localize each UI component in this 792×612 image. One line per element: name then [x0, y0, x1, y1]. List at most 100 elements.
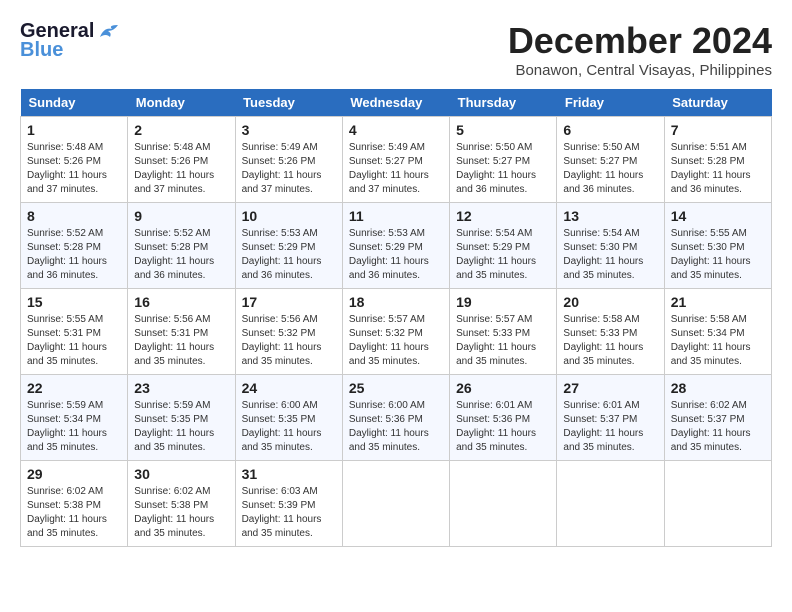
day-detail: Sunrise: 5:59 AM Sunset: 5:34 PM Dayligh…: [27, 399, 121, 455]
table-row: 16 Sunrise: 5:56 AM Sunset: 5:31 PM Dayl…: [128, 289, 235, 375]
day-number: 24: [242, 380, 336, 396]
day-detail: Sunrise: 5:59 AM Sunset: 5:35 PM Dayligh…: [134, 399, 228, 455]
table-row: 9 Sunrise: 5:52 AM Sunset: 5:28 PM Dayli…: [128, 203, 235, 289]
day-number: 17: [242, 294, 336, 310]
table-row: 17 Sunrise: 5:56 AM Sunset: 5:32 PM Dayl…: [235, 289, 342, 375]
table-row: 4 Sunrise: 5:49 AM Sunset: 5:27 PM Dayli…: [342, 117, 449, 203]
col-tuesday: Tuesday: [235, 89, 342, 117]
day-detail: Sunrise: 5:51 AM Sunset: 5:28 PM Dayligh…: [671, 141, 765, 197]
day-number: 29: [27, 466, 121, 482]
logo: General Blue: [20, 20, 120, 62]
table-row: 28 Sunrise: 6:02 AM Sunset: 5:37 PM Dayl…: [664, 375, 771, 461]
col-thursday: Thursday: [450, 89, 557, 117]
table-row: 25 Sunrise: 6:00 AM Sunset: 5:36 PM Dayl…: [342, 375, 449, 461]
table-row: 22 Sunrise: 5:59 AM Sunset: 5:34 PM Dayl…: [21, 375, 128, 461]
day-number: 28: [671, 380, 765, 396]
day-detail: Sunrise: 5:50 AM Sunset: 5:27 PM Dayligh…: [563, 141, 657, 197]
day-number: 21: [671, 294, 765, 310]
day-detail: Sunrise: 6:01 AM Sunset: 5:36 PM Dayligh…: [456, 399, 550, 455]
day-number: 8: [27, 208, 121, 224]
day-number: 7: [671, 122, 765, 138]
day-detail: Sunrise: 5:48 AM Sunset: 5:26 PM Dayligh…: [27, 141, 121, 197]
table-row: 8 Sunrise: 5:52 AM Sunset: 5:28 PM Dayli…: [21, 203, 128, 289]
calendar-week-row: 29 Sunrise: 6:02 AM Sunset: 5:38 PM Dayl…: [21, 461, 772, 547]
day-number: 26: [456, 380, 550, 396]
day-detail: Sunrise: 5:57 AM Sunset: 5:33 PM Dayligh…: [456, 313, 550, 369]
calendar-week-row: 22 Sunrise: 5:59 AM Sunset: 5:34 PM Dayl…: [21, 375, 772, 461]
table-row: 1 Sunrise: 5:48 AM Sunset: 5:26 PM Dayli…: [21, 117, 128, 203]
location-subtitle: Bonawon, Central Visayas, Philippines: [508, 62, 772, 79]
col-saturday: Saturday: [664, 89, 771, 117]
table-row: 20 Sunrise: 5:58 AM Sunset: 5:33 PM Dayl…: [557, 289, 664, 375]
table-row: 21 Sunrise: 5:58 AM Sunset: 5:34 PM Dayl…: [664, 289, 771, 375]
day-detail: Sunrise: 5:55 AM Sunset: 5:31 PM Dayligh…: [27, 313, 121, 369]
table-row: 26 Sunrise: 6:01 AM Sunset: 5:36 PM Dayl…: [450, 375, 557, 461]
day-detail: Sunrise: 6:02 AM Sunset: 5:38 PM Dayligh…: [27, 485, 121, 541]
day-number: 14: [671, 208, 765, 224]
day-number: 3: [242, 122, 336, 138]
day-detail: Sunrise: 5:53 AM Sunset: 5:29 PM Dayligh…: [349, 227, 443, 283]
day-number: 1: [27, 122, 121, 138]
logo-blue: Blue: [20, 39, 63, 62]
day-detail: Sunrise: 6:01 AM Sunset: 5:37 PM Dayligh…: [563, 399, 657, 455]
table-row: 27 Sunrise: 6:01 AM Sunset: 5:37 PM Dayl…: [557, 375, 664, 461]
logo-bird-icon: [98, 23, 120, 41]
table-row: 13 Sunrise: 5:54 AM Sunset: 5:30 PM Dayl…: [557, 203, 664, 289]
day-number: 13: [563, 208, 657, 224]
calendar-week-row: 1 Sunrise: 5:48 AM Sunset: 5:26 PM Dayli…: [21, 117, 772, 203]
day-number: 18: [349, 294, 443, 310]
day-detail: Sunrise: 5:48 AM Sunset: 5:26 PM Dayligh…: [134, 141, 228, 197]
table-row: [557, 461, 664, 547]
calendar-table: Sunday Monday Tuesday Wednesday Thursday…: [20, 89, 772, 547]
day-number: 25: [349, 380, 443, 396]
table-row: 5 Sunrise: 5:50 AM Sunset: 5:27 PM Dayli…: [450, 117, 557, 203]
table-row: 2 Sunrise: 5:48 AM Sunset: 5:26 PM Dayli…: [128, 117, 235, 203]
day-number: 30: [134, 466, 228, 482]
day-number: 23: [134, 380, 228, 396]
table-row: 18 Sunrise: 5:57 AM Sunset: 5:32 PM Dayl…: [342, 289, 449, 375]
table-row: 23 Sunrise: 5:59 AM Sunset: 5:35 PM Dayl…: [128, 375, 235, 461]
day-detail: Sunrise: 5:52 AM Sunset: 5:28 PM Dayligh…: [134, 227, 228, 283]
table-row: 6 Sunrise: 5:50 AM Sunset: 5:27 PM Dayli…: [557, 117, 664, 203]
table-row: [342, 461, 449, 547]
day-number: 22: [27, 380, 121, 396]
table-row: 24 Sunrise: 6:00 AM Sunset: 5:35 PM Dayl…: [235, 375, 342, 461]
day-detail: Sunrise: 5:54 AM Sunset: 5:30 PM Dayligh…: [563, 227, 657, 283]
table-row: 10 Sunrise: 5:53 AM Sunset: 5:29 PM Dayl…: [235, 203, 342, 289]
day-number: 2: [134, 122, 228, 138]
calendar-header-row: Sunday Monday Tuesday Wednesday Thursday…: [21, 89, 772, 117]
day-number: 6: [563, 122, 657, 138]
day-detail: Sunrise: 5:56 AM Sunset: 5:31 PM Dayligh…: [134, 313, 228, 369]
calendar-week-row: 15 Sunrise: 5:55 AM Sunset: 5:31 PM Dayl…: [21, 289, 772, 375]
table-row: 31 Sunrise: 6:03 AM Sunset: 5:39 PM Dayl…: [235, 461, 342, 547]
col-friday: Friday: [557, 89, 664, 117]
day-number: 10: [242, 208, 336, 224]
table-row: 12 Sunrise: 5:54 AM Sunset: 5:29 PM Dayl…: [450, 203, 557, 289]
table-row: 3 Sunrise: 5:49 AM Sunset: 5:26 PM Dayli…: [235, 117, 342, 203]
day-number: 19: [456, 294, 550, 310]
table-row: 7 Sunrise: 5:51 AM Sunset: 5:28 PM Dayli…: [664, 117, 771, 203]
day-detail: Sunrise: 5:54 AM Sunset: 5:29 PM Dayligh…: [456, 227, 550, 283]
col-sunday: Sunday: [21, 89, 128, 117]
table-row: 30 Sunrise: 6:02 AM Sunset: 5:38 PM Dayl…: [128, 461, 235, 547]
day-number: 31: [242, 466, 336, 482]
day-detail: Sunrise: 6:00 AM Sunset: 5:35 PM Dayligh…: [242, 399, 336, 455]
day-detail: Sunrise: 5:52 AM Sunset: 5:28 PM Dayligh…: [27, 227, 121, 283]
day-detail: Sunrise: 6:00 AM Sunset: 5:36 PM Dayligh…: [349, 399, 443, 455]
month-year-title: December 2024: [508, 20, 772, 62]
col-monday: Monday: [128, 89, 235, 117]
day-detail: Sunrise: 5:49 AM Sunset: 5:27 PM Dayligh…: [349, 141, 443, 197]
day-number: 9: [134, 208, 228, 224]
day-number: 20: [563, 294, 657, 310]
day-detail: Sunrise: 5:49 AM Sunset: 5:26 PM Dayligh…: [242, 141, 336, 197]
table-row: 14 Sunrise: 5:55 AM Sunset: 5:30 PM Dayl…: [664, 203, 771, 289]
day-number: 15: [27, 294, 121, 310]
col-wednesday: Wednesday: [342, 89, 449, 117]
table-row: [450, 461, 557, 547]
table-row: 11 Sunrise: 5:53 AM Sunset: 5:29 PM Dayl…: [342, 203, 449, 289]
calendar-week-row: 8 Sunrise: 5:52 AM Sunset: 5:28 PM Dayli…: [21, 203, 772, 289]
header: General Blue December 2024 Bonawon, Cent…: [20, 20, 772, 79]
table-row: 15 Sunrise: 5:55 AM Sunset: 5:31 PM Dayl…: [21, 289, 128, 375]
day-detail: Sunrise: 5:53 AM Sunset: 5:29 PM Dayligh…: [242, 227, 336, 283]
day-detail: Sunrise: 6:02 AM Sunset: 5:38 PM Dayligh…: [134, 485, 228, 541]
